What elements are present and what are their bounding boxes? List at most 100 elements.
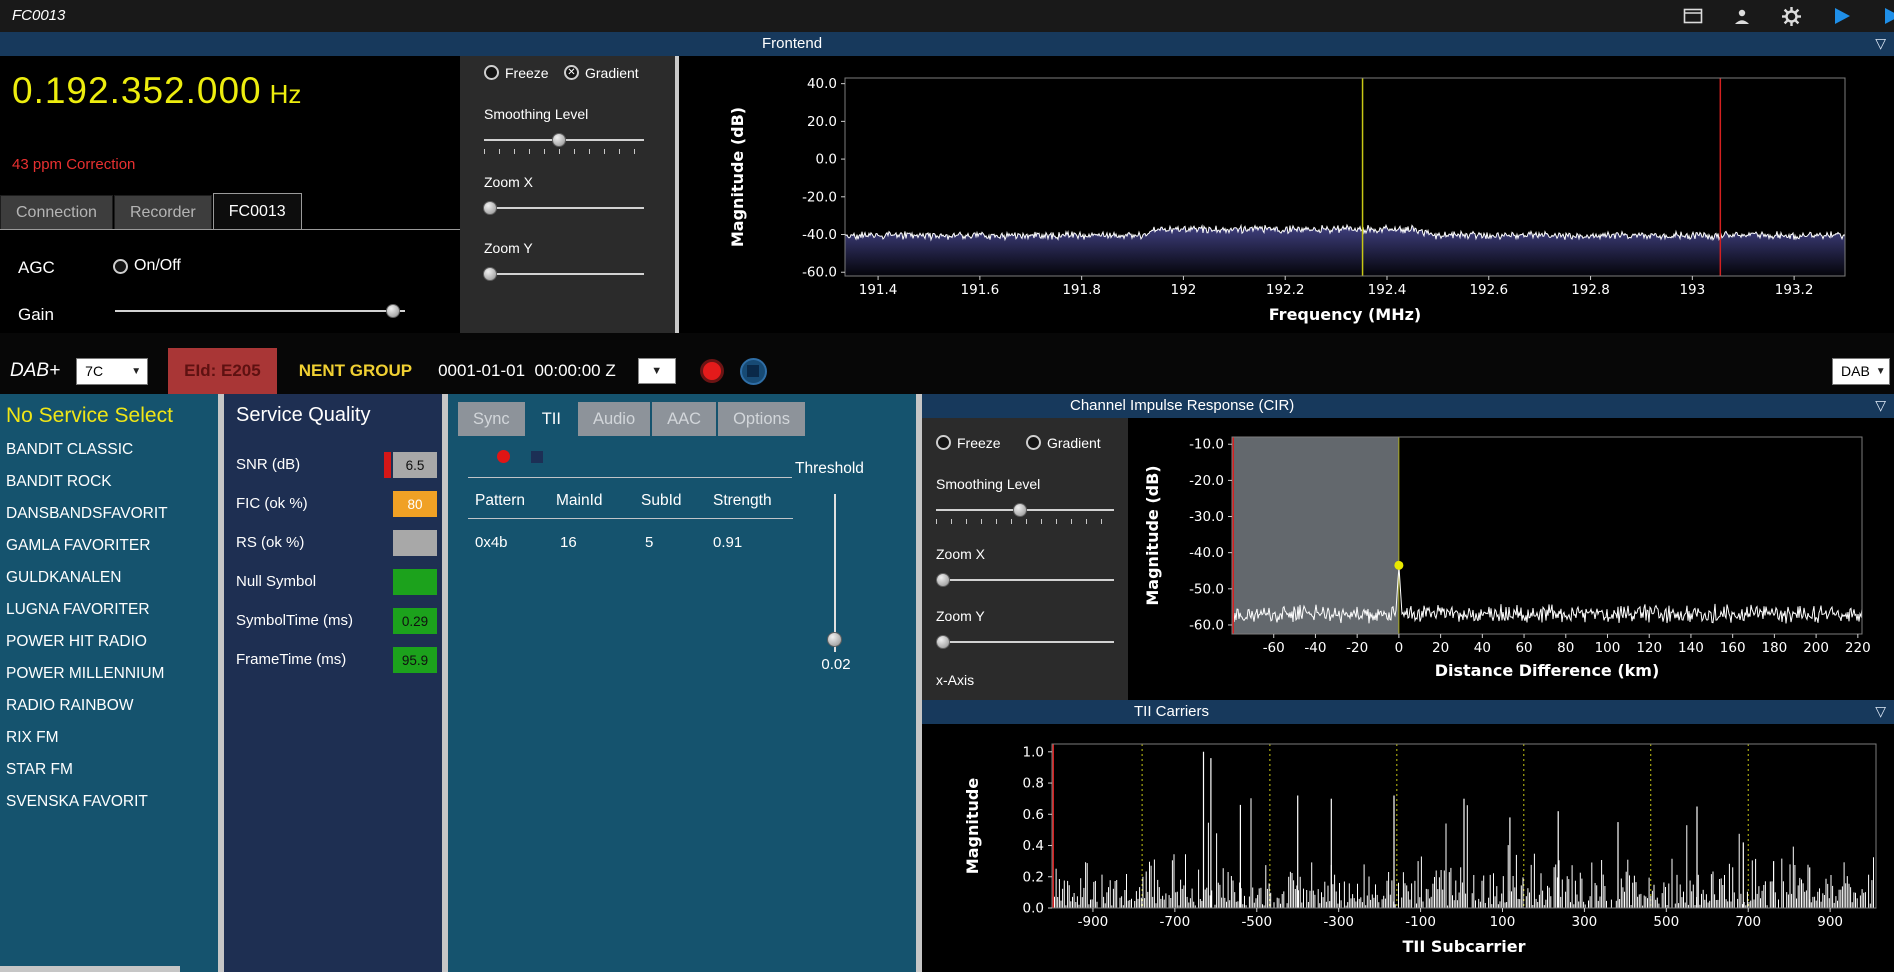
clipped-play-icon[interactable] [1882, 6, 1894, 26]
collapse-chevron-icon[interactable]: ▽ [1875, 35, 1886, 52]
svg-text:Magnitude: Magnitude [963, 778, 982, 875]
tii-indicator-dot [497, 450, 510, 463]
main-area: No Service Select BANDIT CLASSIC BANDIT R… [0, 394, 1894, 972]
service-list: No Service Select BANDIT CLASSIC BANDIT R… [0, 394, 218, 972]
cir-zoom-x-slider[interactable] [936, 572, 1114, 588]
cir-smoothing-slider[interactable] [936, 502, 1114, 518]
agc-toggle[interactable]: On/Off [113, 257, 181, 275]
service-item[interactable]: BANDIT CLASSIC [0, 434, 218, 466]
slider-groove [484, 273, 644, 275]
gradient-toggle[interactable]: Gradient [564, 64, 639, 82]
svg-text:0.2: 0.2 [1023, 869, 1044, 885]
service-item[interactable]: POWER HIT RADIO [0, 626, 218, 658]
zoom-x-slider[interactable] [483, 200, 644, 216]
cir-zoom-y-slider[interactable] [936, 634, 1114, 650]
cir-smoothing-slider-handle[interactable] [1012, 503, 1027, 517]
chevron-down-icon: ▼ [131, 365, 142, 377]
svg-text:500: 500 [1653, 914, 1679, 930]
slider-tick-marks [484, 149, 644, 154]
svg-text:0.6: 0.6 [1023, 807, 1044, 823]
freeze-toggle[interactable]: Freeze [484, 64, 549, 82]
tii-title: TII Carriers [1134, 703, 1209, 720]
smoothing-slider[interactable] [484, 132, 644, 148]
tab-audio[interactable]: Audio [577, 402, 651, 436]
service-item[interactable]: RIX FM [0, 722, 218, 754]
table-cell: 16 [560, 534, 577, 551]
horizontal-scrollbar[interactable] [0, 966, 180, 972]
svg-text:100: 100 [1490, 914, 1516, 930]
settings-gear-icon[interactable] [1781, 6, 1802, 27]
service-item[interactable]: GAMLA FAVORITER [0, 530, 218, 562]
channel-select[interactable]: 7C ▼ [76, 357, 149, 385]
tab-fc0013[interactable]: FC0013 [212, 193, 302, 229]
tab-sync[interactable]: Sync [458, 402, 525, 436]
svg-text:-60: -60 [1263, 640, 1285, 656]
tab-recorder[interactable]: Recorder [113, 195, 212, 229]
agc-radio[interactable] [113, 258, 128, 274]
svg-text:192.2: 192.2 [1266, 282, 1305, 298]
quality-value-box: 95.9 [393, 647, 437, 673]
gradient-label: Gradient [1047, 434, 1101, 451]
tab-options[interactable]: Options [718, 402, 805, 436]
stop-button[interactable] [739, 357, 767, 385]
cir-gradient-toggle[interactable]: Gradient [1026, 434, 1101, 452]
zoom-y-slider-handle[interactable] [483, 267, 498, 281]
frontend-spectrum-chart[interactable]: 191.4 191.6 191.8 192 192.2 192.4 192.6 192.8 19… [679, 56, 1894, 333]
threshold-label: Threshold [795, 460, 864, 477]
output-mode-select[interactable]: DAB ▼ [1832, 357, 1890, 385]
start-play-icon[interactable] [1832, 6, 1852, 26]
svg-text:-10.0: -10.0 [1189, 437, 1224, 453]
quality-row: SNR (dB) 6.5 [224, 446, 442, 485]
gain-slider[interactable] [115, 303, 405, 319]
threshold-slider[interactable] [825, 494, 845, 652]
gain-slider-handle[interactable] [386, 304, 401, 318]
tab-tii[interactable]: TII [526, 402, 576, 436]
about-icon[interactable] [1733, 8, 1751, 25]
tab-aac[interactable]: AAC [652, 402, 717, 436]
service-item[interactable]: SVENSKA FAVORIT [0, 786, 218, 818]
svg-text:60: 60 [1515, 640, 1532, 656]
service-item[interactable]: BANDIT ROCK [0, 466, 218, 498]
smoothing-slider-handle[interactable] [552, 133, 567, 147]
channel-value: 7C [85, 363, 104, 379]
spectrum-display-controls: Freeze Gradient Smoothing Level Zoom X Z… [460, 56, 675, 333]
service-items: BANDIT CLASSIC BANDIT ROCK DANSBANDSFAVORI… [0, 434, 218, 818]
service-item[interactable]: DANSBANDSFAVORIT [0, 498, 218, 530]
freeze-radio[interactable] [484, 65, 499, 81]
gradient-radio[interactable] [1026, 435, 1041, 451]
zoom-y-slider[interactable] [483, 266, 644, 282]
dropdown-button[interactable]: ▼ [637, 358, 676, 384]
cir-title: Channel Impulse Response (CIR) [1070, 397, 1295, 414]
service-item[interactable]: STAR FM [0, 754, 218, 786]
threshold-slider-handle[interactable] [827, 632, 842, 647]
application-window: FC0013 Frontend ▽ 0.192.352.000 Hz 43 pp… [0, 0, 1894, 972]
frontend-section: 0.192.352.000 Hz 43 ppm Correction Connec… [0, 56, 1894, 333]
no-service-label: No Service Select [6, 404, 173, 427]
record-button[interactable] [699, 359, 724, 383]
quality-label: FIC (ok %) [236, 495, 308, 512]
service-item[interactable]: POWER MILLENNIUM [0, 658, 218, 690]
service-item[interactable]: LUGNA FAVORITER [0, 594, 218, 626]
chevron-down-icon: ▼ [651, 365, 663, 377]
svg-text:191.8: 191.8 [1062, 282, 1101, 298]
collapse-chevron-icon[interactable]: ▽ [1875, 703, 1886, 720]
gradient-radio[interactable] [564, 65, 579, 81]
svg-text:191.4: 191.4 [859, 282, 898, 298]
freeze-radio[interactable] [936, 435, 951, 451]
tii-carriers-chart: -900 -700 -500 -300 -100 100 300 500 700 900 1.0 0.… [963, 743, 1877, 956]
slider-groove [484, 207, 644, 209]
spectrum-window-icon[interactable] [1683, 8, 1703, 24]
quality-label: Null Symbol [236, 573, 317, 590]
tab-connection[interactable]: Connection [0, 195, 113, 229]
collapse-chevron-icon[interactable]: ▽ [1875, 397, 1886, 414]
cir-zoom-y-slider-handle[interactable] [936, 635, 951, 649]
svg-text:192: 192 [1171, 282, 1197, 298]
agc-option-label: On/Off [134, 257, 181, 274]
cir-zoom-x-slider-handle[interactable] [936, 573, 951, 587]
service-item[interactable]: GULDKANALEN [0, 562, 218, 594]
cir-freeze-toggle[interactable]: Freeze [936, 434, 1001, 452]
quality-row: FrameTime (ms) 95.9 [224, 641, 442, 680]
service-item[interactable]: RADIO RAINBOW [0, 690, 218, 722]
zoom-x-slider-handle[interactable] [483, 201, 498, 215]
svg-text:-60.0: -60.0 [802, 265, 837, 281]
